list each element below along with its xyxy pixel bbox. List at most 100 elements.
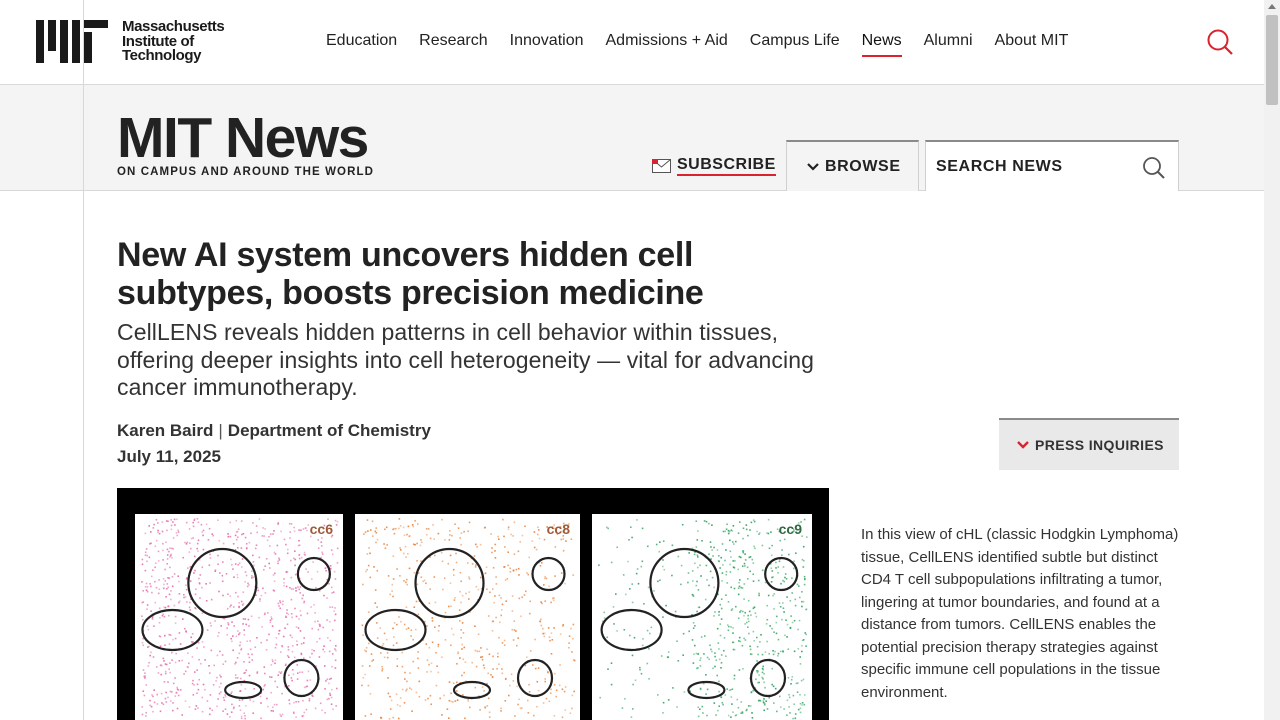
article-headline: New AI system uncovers hidden cell subty… bbox=[117, 236, 704, 312]
cell-dot bbox=[168, 614, 170, 617]
cell-dot bbox=[331, 606, 334, 608]
mit-logo[interactable]: Massachusetts Institute of Technology bbox=[36, 19, 225, 64]
nav-research[interactable]: Research bbox=[419, 32, 487, 57]
cell-dot bbox=[144, 569, 147, 572]
cell-dot bbox=[291, 669, 294, 671]
cell-dot bbox=[730, 609, 733, 611]
cell-dot bbox=[316, 641, 318, 643]
search-icon[interactable] bbox=[1206, 28, 1234, 56]
nav-about-mit[interactable]: About MIT bbox=[995, 32, 1069, 57]
cell-dot bbox=[393, 622, 396, 624]
cell-dot bbox=[697, 706, 699, 709]
cell-dot bbox=[554, 672, 556, 675]
cell-dot bbox=[394, 527, 397, 530]
cell-dot bbox=[229, 595, 231, 597]
cell-dot bbox=[781, 554, 783, 556]
nav-admissions-aid[interactable]: Admissions + Aid bbox=[606, 32, 728, 57]
mit-news-brand[interactable]: MIT News ON CAMPUS AND AROUND THE WORLD bbox=[117, 110, 374, 179]
cell-dot bbox=[461, 594, 464, 597]
cell-dot bbox=[542, 702, 545, 704]
cell-dot bbox=[171, 557, 173, 559]
cell-dot bbox=[287, 646, 290, 648]
cell-dot bbox=[730, 586, 732, 589]
cell-dot bbox=[239, 709, 242, 711]
cell-dot bbox=[789, 712, 791, 714]
cell-dot bbox=[495, 576, 497, 578]
browse-button[interactable]: BROWSE bbox=[786, 140, 919, 191]
press-inquiries-button[interactable]: PRESS INQUIRIES bbox=[999, 418, 1179, 470]
cell-dot bbox=[263, 535, 265, 537]
cell-dot bbox=[790, 678, 793, 681]
cell-dot bbox=[166, 588, 168, 590]
cell-dot bbox=[733, 543, 735, 545]
cell-dot bbox=[793, 650, 796, 653]
cell-dot bbox=[783, 708, 785, 710]
left-divider bbox=[83, 0, 84, 720]
cell-dot bbox=[504, 546, 506, 548]
cell-dot bbox=[286, 654, 289, 657]
cell-dot bbox=[537, 667, 540, 669]
cell-dot bbox=[171, 585, 174, 588]
cell-dot bbox=[407, 627, 410, 629]
cell-dot bbox=[292, 588, 295, 590]
cell-dot bbox=[494, 550, 496, 552]
search-news-input[interactable] bbox=[926, 142, 1136, 191]
cell-dot bbox=[732, 711, 734, 713]
cell-dot bbox=[742, 550, 744, 552]
nav-alumni[interactable]: Alumni bbox=[924, 32, 973, 57]
cell-dot bbox=[372, 535, 374, 537]
cell-dot bbox=[676, 706, 678, 708]
cell-dot bbox=[691, 594, 694, 596]
nav-education[interactable]: Education bbox=[326, 32, 397, 57]
cell-dot bbox=[404, 678, 406, 680]
cell-dot bbox=[235, 531, 238, 533]
figure-caption: In this view of cHL (classic Hodgkin Lym… bbox=[861, 526, 1179, 701]
cell-dot bbox=[369, 552, 371, 555]
scrollbar-thumb[interactable] bbox=[1266, 15, 1278, 105]
cell-dot bbox=[193, 519, 196, 521]
cell-dot bbox=[420, 539, 422, 541]
cell-dot bbox=[504, 579, 507, 581]
cell-dot bbox=[368, 642, 370, 645]
cell-dot bbox=[509, 571, 512, 573]
cell-dot bbox=[169, 671, 171, 674]
search-news-icon[interactable] bbox=[1142, 156, 1166, 180]
cell-dot bbox=[391, 590, 393, 592]
cell-dot bbox=[302, 714, 305, 717]
cell-dot bbox=[641, 560, 644, 563]
mit-logo-mark bbox=[36, 20, 116, 63]
cell-dot bbox=[797, 628, 799, 631]
cell-dot bbox=[693, 553, 696, 556]
cell-dot bbox=[253, 688, 255, 690]
cell-dot bbox=[293, 526, 295, 529]
subscribe-link[interactable]: SUBSCRIBE bbox=[652, 156, 776, 176]
cell-dot bbox=[802, 600, 805, 603]
cell-dot bbox=[423, 579, 426, 582]
cell-dot bbox=[323, 594, 325, 597]
cell-dot bbox=[631, 601, 634, 604]
cell-dot bbox=[372, 659, 375, 661]
cell-dot bbox=[682, 654, 684, 656]
cell-dot bbox=[705, 674, 707, 676]
scrollbar[interactable] bbox=[1264, 0, 1280, 720]
cell-dot bbox=[778, 560, 781, 563]
cell-dot bbox=[773, 593, 776, 595]
cell-dot bbox=[456, 681, 458, 684]
article-figure[interactable]: cc6 cc8 cc9 bbox=[117, 488, 829, 720]
nav-news[interactable]: News bbox=[861, 32, 902, 57]
nav-innovation[interactable]: Innovation bbox=[510, 32, 584, 57]
cell-dot bbox=[329, 694, 332, 696]
cell-dot bbox=[306, 529, 308, 532]
nav-campus-life[interactable]: Campus Life bbox=[750, 32, 840, 57]
cell-dot bbox=[146, 590, 149, 593]
author-name[interactable]: Karen Baird bbox=[117, 421, 213, 440]
cell-dot bbox=[168, 550, 170, 553]
scroll-up-arrow[interactable] bbox=[1268, 4, 1276, 9]
cell-dot bbox=[531, 540, 534, 542]
cell-dot bbox=[169, 690, 172, 693]
cell-dot bbox=[299, 586, 302, 588]
author-department[interactable]: Department of Chemistry bbox=[228, 421, 431, 440]
cell-dot bbox=[507, 528, 510, 530]
cell-dot bbox=[388, 718, 391, 720]
cell-dot bbox=[262, 527, 264, 529]
